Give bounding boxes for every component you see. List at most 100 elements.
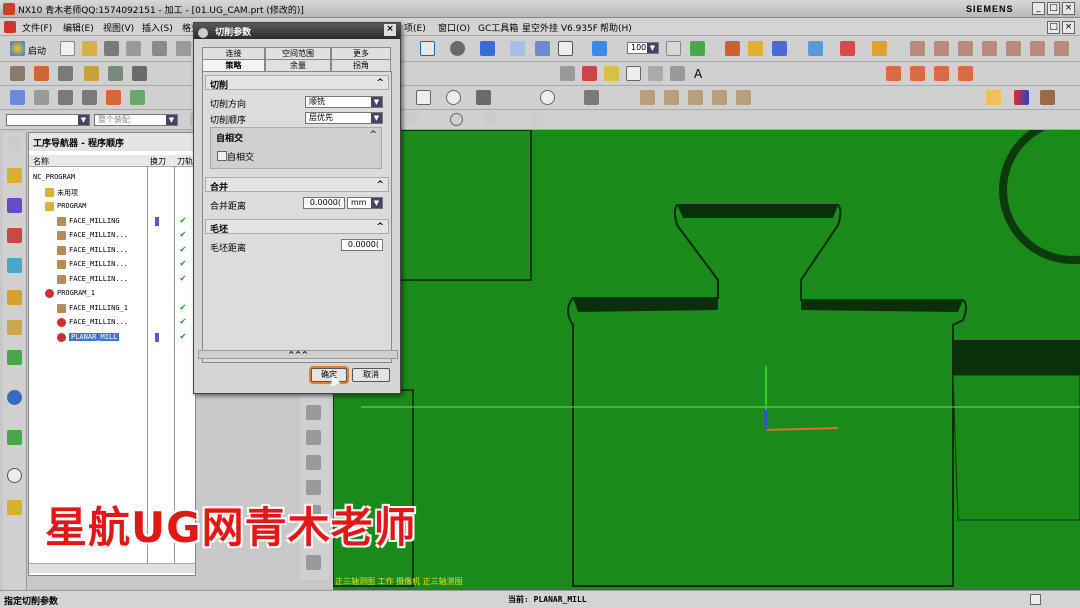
merge-unit-select[interactable]: mm ▼: [347, 197, 383, 209]
section-blank[interactable]: 毛坯 ^: [205, 219, 389, 235]
postprocess-icon[interactable]: [106, 90, 121, 105]
text-icon[interactable]: A: [694, 67, 702, 81]
snap-grid-icon[interactable]: [530, 113, 543, 126]
generate-icon[interactable]: [34, 90, 49, 105]
part-navigator-icon[interactable]: [7, 290, 22, 305]
tree-row[interactable]: FACE_MILLING ✔: [29, 215, 195, 229]
point-icon[interactable]: [670, 66, 685, 81]
graphics-viewport[interactable]: 正三轴测图 工作 摄像机 正三轴测图: [333, 130, 1080, 590]
settings-icon[interactable]: [7, 136, 22, 151]
open-icon[interactable]: [82, 41, 97, 56]
render-style-icon[interactable]: [450, 41, 465, 56]
tree-row[interactable]: 未用项: [29, 186, 195, 200]
save-as-icon[interactable]: [126, 41, 141, 56]
clock-icon[interactable]: [7, 468, 22, 483]
constraint-icon[interactable]: [584, 90, 599, 105]
col-toolpath[interactable]: 刀轨: [177, 156, 193, 167]
feature-1-icon[interactable]: [640, 90, 655, 105]
mini-tool-2-icon[interactable]: [306, 430, 321, 445]
tree-row[interactable]: FACE_MILLIN... ✔: [29, 244, 195, 258]
mini-tool-3-icon[interactable]: [306, 455, 321, 470]
create-operation-icon[interactable]: [108, 66, 123, 81]
measure-icon[interactable]: [725, 41, 740, 56]
feature-5-icon[interactable]: [736, 90, 751, 105]
tab-connect[interactable]: 连接: [202, 47, 265, 59]
menu-insert[interactable]: 插入(S): [142, 21, 173, 34]
menu-plugin[interactable]: 星空外挂 V6.935F: [522, 21, 598, 34]
list-icon[interactable]: [82, 90, 97, 105]
move-icon[interactable]: [808, 41, 823, 56]
minimize-button[interactable]: _: [1032, 2, 1045, 15]
solid-box-4-icon[interactable]: [982, 41, 997, 56]
close-window-button[interactable]: ×: [1062, 2, 1075, 15]
horizontal-scrollbar[interactable]: [29, 563, 195, 573]
create-program-icon[interactable]: [10, 66, 25, 81]
menu-gc-toolkit[interactable]: GC工具箱: [478, 21, 518, 34]
reuse-library-icon[interactable]: [7, 320, 22, 335]
shop-doc-icon[interactable]: [132, 66, 147, 81]
menu-edit[interactable]: 编辑(E): [63, 21, 94, 34]
solid-box-7-icon[interactable]: [1054, 41, 1069, 56]
tree-row[interactable]: PLANAR_MILL ✔: [29, 331, 195, 345]
solid-box-5-icon[interactable]: [1006, 41, 1021, 56]
tree-row[interactable]: FACE_MILLING_1 ✔: [29, 302, 195, 316]
zoom-select[interactable]: 100 ▼: [627, 42, 659, 54]
tab-corners[interactable]: 拐角: [331, 59, 391, 71]
create-method-icon[interactable]: [84, 66, 99, 81]
mini-tool-1-icon[interactable]: [306, 405, 321, 420]
create-tool-icon[interactable]: [34, 66, 49, 81]
simulate-icon[interactable]: [130, 90, 145, 105]
grid-icon[interactable]: [840, 41, 855, 56]
feature-4-icon[interactable]: [712, 90, 727, 105]
polygon-icon[interactable]: [648, 66, 663, 81]
doc-icon[interactable]: [4, 21, 16, 33]
mini-tool-6-icon[interactable]: [306, 555, 321, 570]
status-icon[interactable]: [1030, 594, 1041, 605]
ruler-icon[interactable]: [872, 41, 887, 56]
menu-window[interactable]: 窗口(O): [438, 21, 470, 34]
tool-path-icon[interactable]: [772, 41, 787, 56]
process-studio-icon[interactable]: [7, 500, 22, 515]
tab-strategy[interactable]: 策略: [202, 59, 265, 71]
sketch-hex-icon[interactable]: [446, 90, 461, 105]
snap-icon[interactable]: [690, 41, 705, 56]
layer-icon[interactable]: [666, 41, 681, 56]
snap-center-icon[interactable]: [450, 113, 463, 126]
analysis-icon[interactable]: [748, 41, 763, 56]
tree-row[interactable]: FACE_MILLIN... ✔: [29, 316, 195, 330]
mini-tool-4-icon[interactable]: [306, 480, 321, 495]
replay-icon[interactable]: [58, 90, 73, 105]
menu-help[interactable]: 帮助(H): [600, 21, 632, 34]
background-icon[interactable]: [558, 41, 573, 56]
section-cutting[interactable]: 切削 ^: [205, 75, 389, 91]
col-tool-change[interactable]: 换刀: [150, 156, 166, 167]
doc-close-button[interactable]: ×: [1062, 21, 1075, 34]
solid-box-2-icon[interactable]: [934, 41, 949, 56]
cut-order-select[interactable]: 层优先 ▼: [305, 112, 383, 124]
tree-row[interactable]: NC_PROGRAM: [29, 171, 195, 185]
tab-more[interactable]: 更多: [331, 47, 391, 59]
program-order-icon[interactable]: [7, 168, 22, 183]
tree-row[interactable]: FACE_MILLIN... ✔: [29, 229, 195, 243]
solid-box-3-icon[interactable]: [958, 41, 973, 56]
merge-distance-input[interactable]: 0.0000(: [303, 197, 345, 209]
section-merge[interactable]: 合并 ^: [205, 177, 389, 193]
tree-row[interactable]: FACE_MILLIN... ✔: [29, 273, 195, 287]
snap-end-icon[interactable]: [405, 113, 418, 126]
arc-icon[interactable]: [582, 66, 597, 81]
feature-2-icon[interactable]: [664, 90, 679, 105]
method-view-icon[interactable]: [7, 258, 22, 273]
tree-row[interactable]: PROGRAM_1: [29, 287, 195, 301]
solid-box-6-icon[interactable]: [1030, 41, 1045, 56]
save-icon[interactable]: [104, 41, 119, 56]
doc-restore-button[interactable]: □: [1047, 21, 1060, 34]
web-browser-icon[interactable]: [7, 390, 22, 405]
feature-3-icon[interactable]: [688, 90, 703, 105]
fit-view-icon[interactable]: [420, 41, 435, 56]
tab-stock[interactable]: 余量: [265, 59, 331, 71]
menu-view[interactable]: 视图(V): [103, 21, 134, 34]
close-icon[interactable]: ×: [384, 24, 396, 36]
sketch-tool-icon[interactable]: [476, 90, 491, 105]
cut-direction-select[interactable]: 顺铣 ▼: [305, 96, 383, 108]
menu-tools[interactable]: 项(E): [404, 21, 426, 34]
